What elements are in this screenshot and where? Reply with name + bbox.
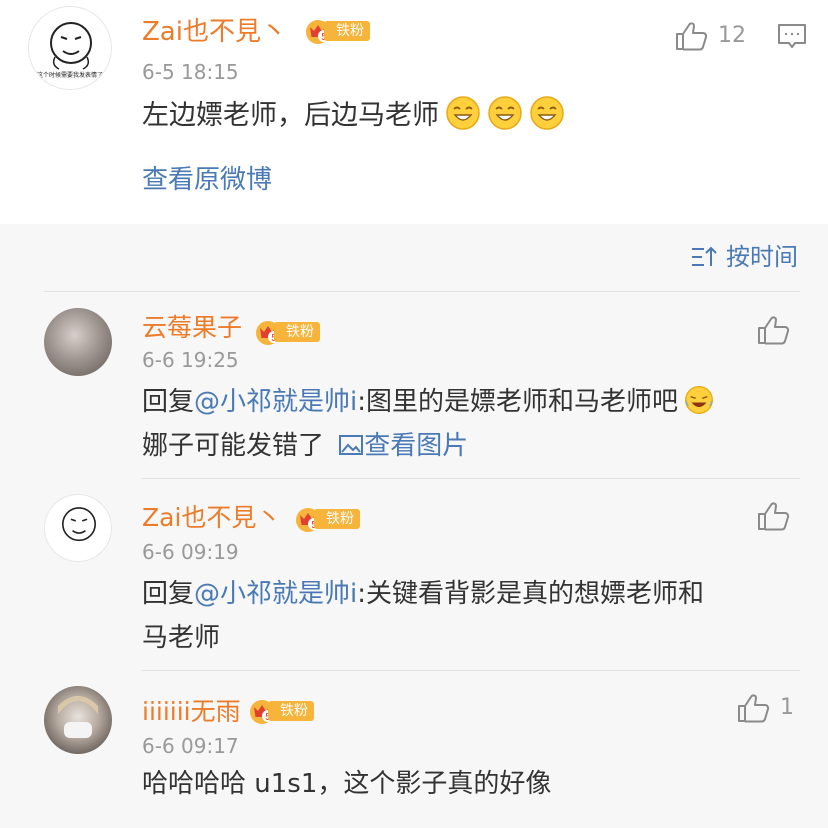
comment-text-line2: 马老师 <box>142 623 221 653</box>
sort-label: 按时间 <box>726 243 798 271</box>
like-count: 1 <box>780 695 794 720</box>
thumbs-up-icon <box>756 314 790 346</box>
avatar-caption: 这个时候需要我发表情了 <box>37 72 104 79</box>
comment-text: 回复@小祁就是帅i:图里的是嫖老师和马老师吧 <box>142 378 714 426</box>
fan-badge-label: 铁粉 <box>274 322 320 342</box>
grin-emoji-icon <box>529 95 565 131</box>
author-name[interactable]: Zai也不見丶 <box>142 16 287 48</box>
comment-text: 哈哈哈哈 u1s1，这个影子真的好像 <box>142 769 552 799</box>
avatar[interactable] <box>44 686 112 754</box>
like-button[interactable] <box>756 500 790 532</box>
fan-badge-label: 铁粉 <box>314 509 360 529</box>
thumbs-up-icon <box>736 692 770 724</box>
grin-emoji-icon <box>445 95 481 131</box>
author-name[interactable]: 云莓果子 <box>142 312 242 344</box>
like-button[interactable] <box>756 314 790 346</box>
comments-section: 按时间 云莓果子 铁粉 6-6 19:25 回复@小祁就是帅i:图里的是嫖老师和… <box>0 224 828 828</box>
comment-time: 6-6 09:19 <box>142 540 239 564</box>
divider <box>142 478 800 479</box>
avatar[interactable]: 这个时候需要我发表情了 <box>28 6 112 90</box>
grin-emoji-icon <box>487 95 523 131</box>
thumbs-up-icon <box>674 20 708 52</box>
sort-icon <box>692 246 717 266</box>
avatar[interactable] <box>44 494 112 562</box>
mention-link[interactable]: @小祁就是帅i <box>194 387 357 417</box>
fan-badge-label: 铁粉 <box>268 701 314 721</box>
post-text: 左边嫖老师，后边马老师 <box>142 92 565 140</box>
view-image-link[interactable]: 查看图片 <box>338 431 468 461</box>
original-post: 这个时候需要我发表情了 Zai也不見丶 铁粉 6-5 18:15 12 左边嫖老… <box>0 0 828 224</box>
author-name[interactable]: Zai也不見丶 <box>142 502 281 534</box>
divider <box>142 670 800 671</box>
comment-text-line2: 娜子可能发错了 查看图片 <box>142 431 469 461</box>
comment-icon <box>778 24 806 48</box>
like-count: 12 <box>718 23 746 48</box>
thumbs-up-icon <box>756 500 790 532</box>
fan-badge-label: 铁粉 <box>324 21 370 41</box>
laugh-cry-emoji-icon <box>684 385 714 415</box>
comment-button[interactable] <box>777 22 807 50</box>
comment-time: 6-6 09:17 <box>142 734 239 758</box>
like-button[interactable] <box>674 20 708 52</box>
image-icon <box>339 435 364 455</box>
comment-text: 回复@小祁就是帅i:关键看背影是真的想嫖老师和 <box>142 579 705 609</box>
avatar[interactable] <box>44 308 112 376</box>
divider <box>44 291 800 292</box>
post-time: 6-5 18:15 <box>142 60 239 84</box>
author-name[interactable]: iiiiiii无雨 <box>142 696 241 728</box>
like-button[interactable] <box>736 692 770 724</box>
comment-time: 6-6 19:25 <box>142 348 239 372</box>
mention-link[interactable]: @小祁就是帅i <box>194 579 357 609</box>
view-original-link[interactable]: 查看原微博 <box>142 162 272 198</box>
